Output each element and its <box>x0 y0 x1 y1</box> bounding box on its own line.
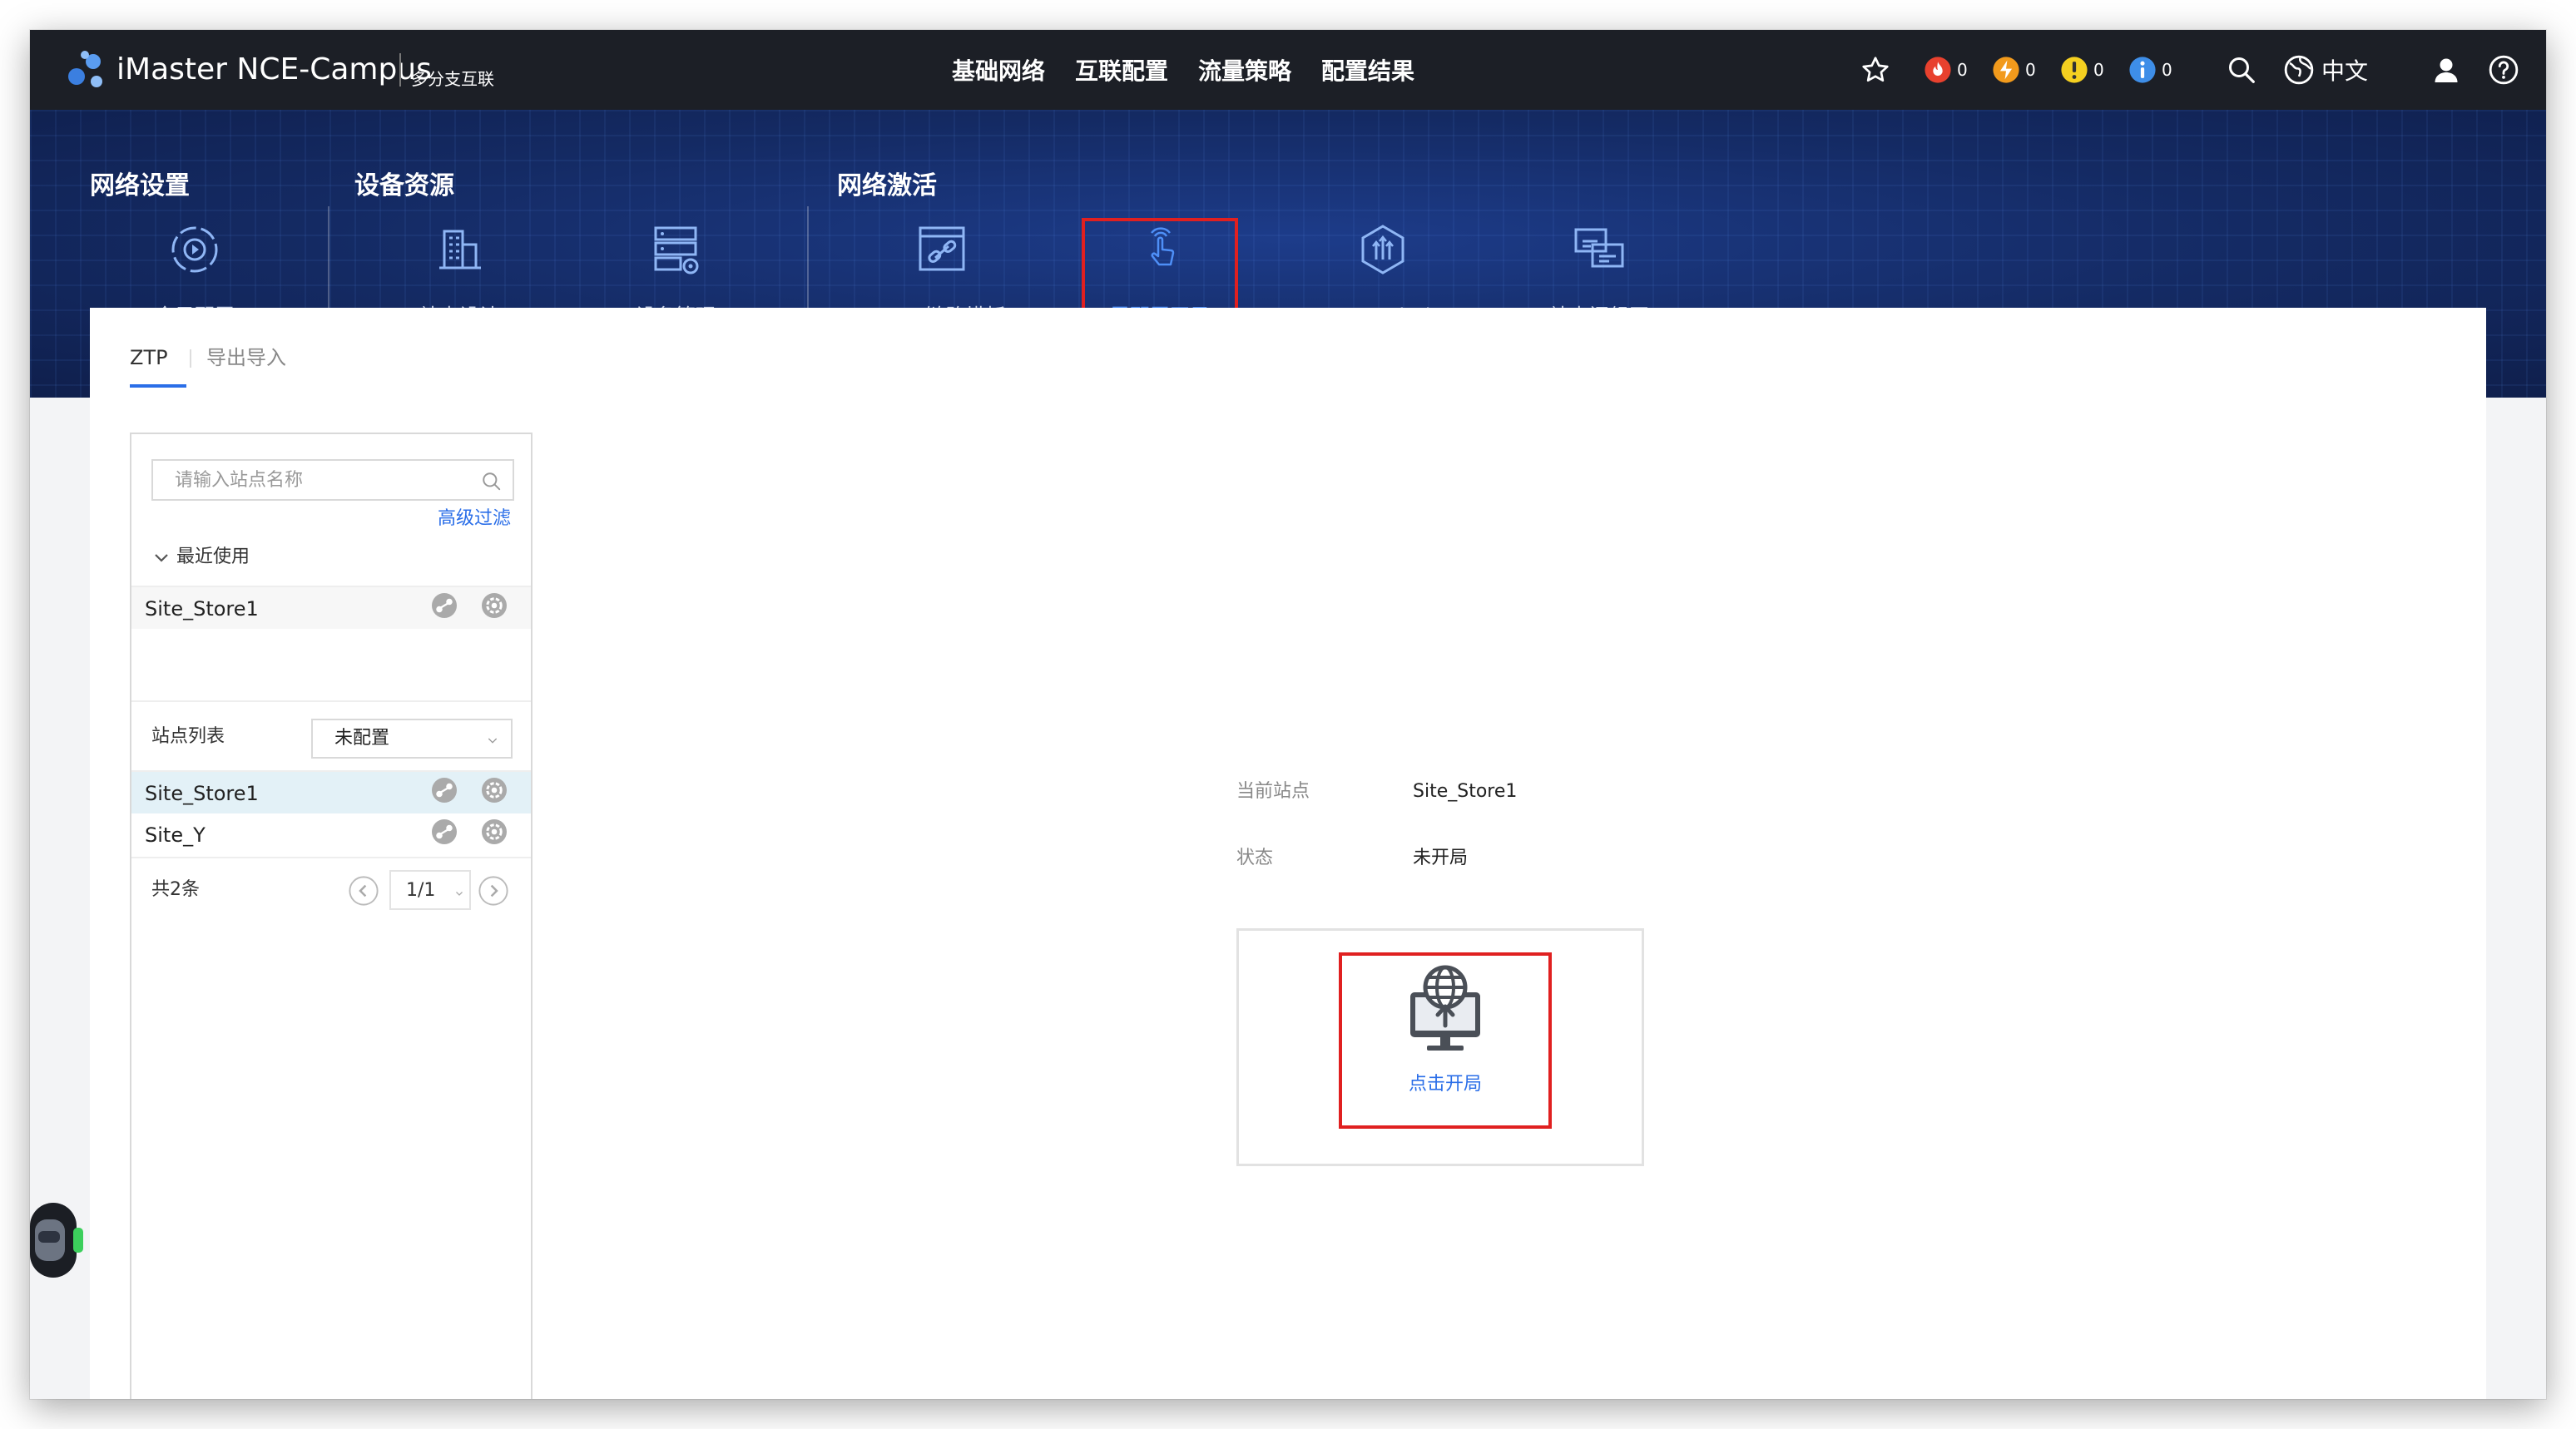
brand-divider <box>399 53 401 87</box>
nav-config-result[interactable]: 配置结果 <box>1321 55 1414 88</box>
search-icon[interactable] <box>481 471 503 492</box>
globe-upload-monitor-icon <box>1410 965 1480 1051</box>
recent-label: 最近使用 <box>176 546 250 567</box>
search-button[interactable] <box>2227 52 2256 88</box>
tab-divider <box>190 349 191 368</box>
current-site-label: 当前站点 <box>1236 781 1310 802</box>
info-alarm-icon <box>2129 57 2156 83</box>
language-switcher[interactable]: 中文 <box>2283 52 2368 88</box>
device-management-icon <box>654 226 699 274</box>
tab-ztp[interactable]: ZTP <box>130 341 168 374</box>
search-icon <box>2229 57 2255 83</box>
site-row[interactable]: Site_Y <box>131 813 531 857</box>
status-value: 未开局 <box>1413 848 1469 868</box>
chevron-down-icon <box>456 892 463 896</box>
top-bar: iMaster NCE-Campus 多分支互联 基础网络 互联配置 流量策略 … <box>30 30 2546 110</box>
user-menu-button[interactable] <box>2431 52 2461 88</box>
site-total-count: 共2条 <box>151 879 200 900</box>
brand-subtitle: 多分支互联 <box>411 69 494 89</box>
wan-link-template-icon <box>919 226 965 271</box>
language-label: 中文 <box>2321 57 2369 85</box>
main-content: ZTP 导出导入 高级过滤 最近使用 Site_Store1 站点列表 <box>90 308 2486 1399</box>
alarm-info-count: 0 <box>2162 60 2172 80</box>
app-window: iMaster NCE-Campus 多分支互联 基础网络 互联配置 流量策略 … <box>30 30 2546 1399</box>
site-topology-icon[interactable] <box>429 817 459 847</box>
site-status-filter-select[interactable]: 未配置 <box>311 719 513 759</box>
help-button[interactable] <box>2488 52 2519 88</box>
assistant-robot-icon[interactable] <box>30 1194 88 1286</box>
globe-icon <box>2284 55 2314 85</box>
start-deployment-button[interactable]: 点击开局 <box>1342 956 1548 1125</box>
previous-page-button[interactable] <box>348 875 379 907</box>
group-title-network-activation: 网络激活 <box>837 171 937 200</box>
next-page-button[interactable] <box>478 875 509 907</box>
tab-export-import[interactable]: 导出导入 <box>206 341 286 374</box>
nav-interconnect-config[interactable]: 互联配置 <box>1075 55 1168 88</box>
start-button-highlight: 点击开局 <box>1339 952 1552 1129</box>
help-icon <box>2489 55 2519 85</box>
brand-title: iMaster NCE-Campus <box>116 52 432 87</box>
settings-icon[interactable] <box>479 817 509 847</box>
recent-list-spacer <box>131 629 531 702</box>
page-indicator: 1/1 <box>406 880 436 901</box>
alarm-major-count: 0 <box>2025 60 2036 80</box>
wan-underlay-icon <box>1361 225 1404 274</box>
site-row-selected[interactable]: Site_Store1 <box>131 770 531 813</box>
start-deployment-label: 点击开局 <box>1408 1074 1482 1095</box>
chevron-down-icon <box>155 554 168 562</box>
settings-icon[interactable] <box>479 775 509 805</box>
alarm-minor-count: 0 <box>2093 60 2104 80</box>
alarm-minor-button[interactable]: 0 <box>2060 52 2104 88</box>
site-name: Site_Store1 <box>145 597 259 621</box>
site-name: Site_Y <box>145 823 206 847</box>
start-deployment-card: 点击开局 <box>1236 928 1644 1166</box>
recent-toggle[interactable]: 最近使用 <box>151 542 250 572</box>
page-selector[interactable]: 1/1 <box>389 870 471 910</box>
list-divider <box>131 857 531 858</box>
site-topology-icon[interactable] <box>429 775 459 805</box>
site-list-panel: 高级过滤 最近使用 Site_Store1 站点列表 未配置 Site_Stor… <box>130 433 533 1399</box>
nav-traffic-policy[interactable]: 流量策略 <box>1198 55 1291 88</box>
zero-touch-icon <box>1151 227 1175 266</box>
tab-active-indicator <box>130 384 186 388</box>
alarm-critical-count: 0 <box>1957 60 1968 80</box>
user-icon <box>2435 58 2458 82</box>
alarm-critical-button[interactable]: 0 <box>1924 52 1968 88</box>
site-search-input[interactable] <box>173 461 476 499</box>
group-title-device-resources: 设备资源 <box>354 171 454 200</box>
inter-site-network-icon <box>1574 228 1624 268</box>
site-design-icon <box>439 230 481 269</box>
settings-icon[interactable] <box>479 591 509 621</box>
star-icon <box>1862 57 1889 82</box>
global-config-icon <box>171 226 218 273</box>
chevron-down-icon <box>488 738 498 744</box>
minor-alarm-icon <box>2061 57 2088 83</box>
logo-icon <box>68 51 102 87</box>
group-title-network-settings: 网络设置 <box>90 171 190 200</box>
site-topology-icon[interactable] <box>429 591 459 621</box>
favorite-button[interactable] <box>1860 52 1890 88</box>
site-search-box <box>151 459 514 501</box>
critical-alarm-icon <box>1925 57 1951 83</box>
status-label: 状态 <box>1236 848 1274 868</box>
major-alarm-icon <box>1993 57 2019 83</box>
nav-basic-network[interactable]: 基础网络 <box>952 55 1045 88</box>
current-site-value: Site_Store1 <box>1413 781 1518 802</box>
site-name: Site_Store1 <box>145 782 259 805</box>
recent-site-row[interactable]: Site_Store1 <box>131 586 531 629</box>
advanced-filter-link[interactable]: 高级过滤 <box>438 504 511 534</box>
site-list-label: 站点列表 <box>151 726 225 747</box>
alarm-info-button[interactable]: 0 <box>2128 52 2172 88</box>
alarm-major-button[interactable]: 0 <box>1992 52 2036 88</box>
site-status-filter-value: 未配置 <box>334 728 390 749</box>
